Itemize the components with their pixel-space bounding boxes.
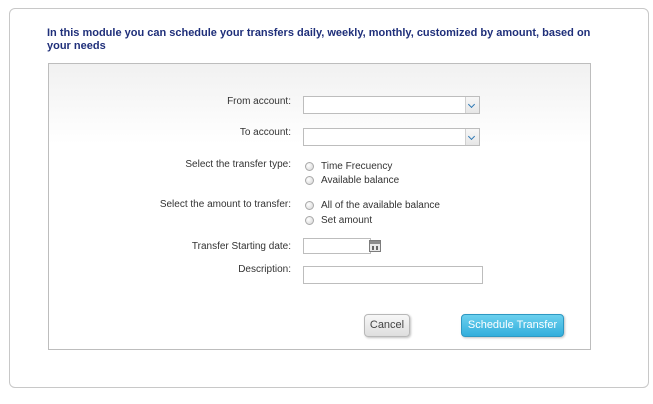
- chevron-down-icon[interactable]: [465, 129, 479, 145]
- schedule-transfer-form: From account: To account: Select the tra…: [48, 63, 591, 350]
- to-account-label: To account:: [239, 127, 291, 138]
- calendar-icon[interactable]: [369, 240, 381, 252]
- description-label: Description:: [238, 264, 291, 275]
- start-date-label: Transfer Starting date:: [191, 241, 291, 252]
- from-account-label: From account:: [227, 96, 291, 107]
- start-date-input[interactable]: [303, 238, 371, 254]
- radio-button[interactable]: [305, 162, 314, 171]
- to-account-select[interactable]: [303, 128, 480, 146]
- transfer-type-option-time-frecuency[interactable]: Time Frecuency: [305, 161, 425, 173]
- chevron-down-icon[interactable]: [465, 97, 479, 113]
- from-account-select[interactable]: [303, 96, 480, 114]
- transfer-type-option-label: Time Frecuency: [321, 161, 393, 172]
- transfer-type-option-available-balance[interactable]: Available balance: [305, 175, 425, 187]
- radio-button[interactable]: [305, 176, 314, 185]
- transfer-type-option-label: Available balance: [321, 175, 400, 186]
- transfer-type-label: Select the transfer type:: [185, 159, 291, 170]
- module-description: In this module you can schedule your tra…: [47, 27, 591, 52]
- amount-option-all-balance[interactable]: All of the available balance: [305, 200, 465, 212]
- radio-button[interactable]: [305, 216, 314, 225]
- amount-label: Select the amount to transfer:: [159, 199, 291, 210]
- description-input[interactable]: [303, 266, 483, 284]
- radio-button[interactable]: [305, 201, 314, 210]
- amount-option-set-amount[interactable]: Set amount: [305, 215, 425, 227]
- cancel-button[interactable]: Cancel: [364, 314, 410, 337]
- amount-option-label: Set amount: [321, 215, 373, 226]
- schedule-transfer-button[interactable]: Schedule Transfer: [461, 314, 564, 337]
- amount-option-label: All of the available balance: [321, 200, 440, 211]
